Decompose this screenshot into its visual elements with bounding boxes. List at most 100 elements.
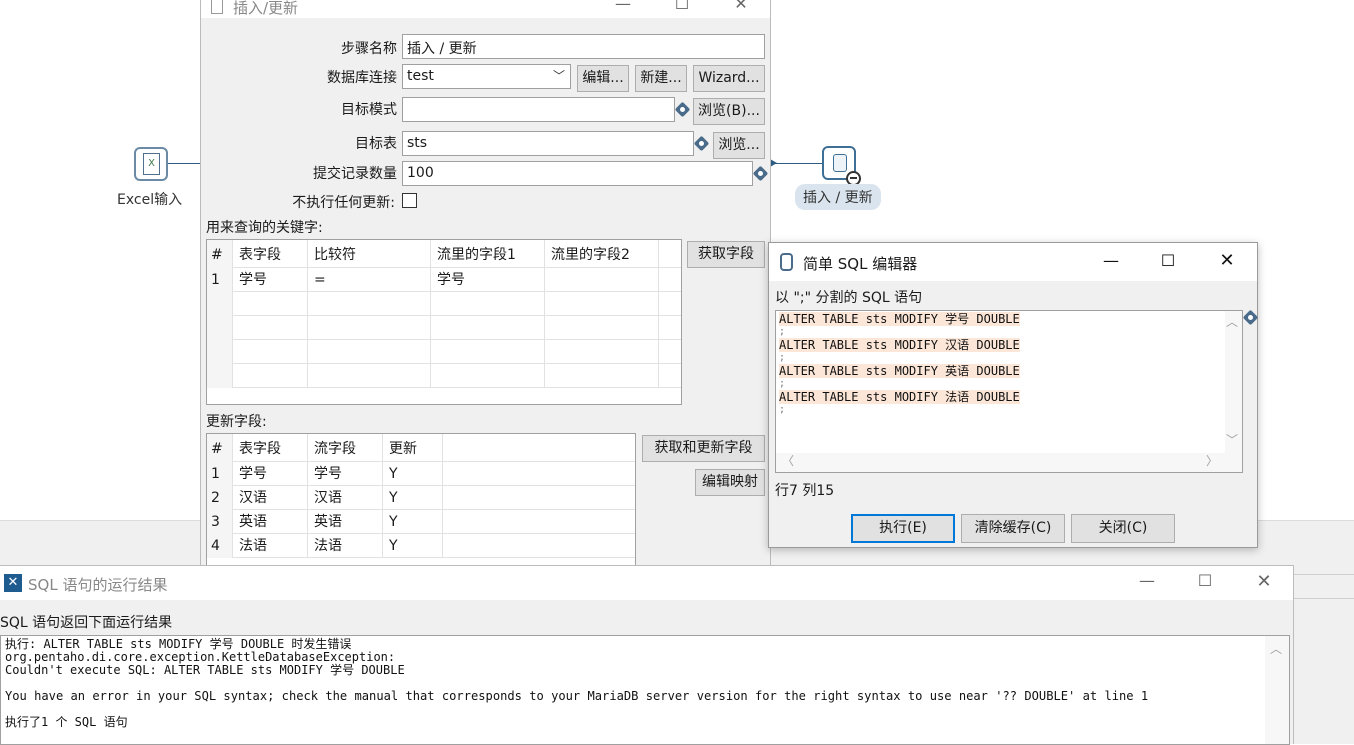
execute-button[interactable]: 执行(E) — [851, 514, 955, 543]
empty-cell[interactable] — [545, 340, 659, 364]
empty-cell[interactable] — [308, 340, 431, 364]
step-name-input[interactable]: 插入 / 更新 — [402, 34, 765, 59]
table-field-cell[interactable]: 学号 — [233, 462, 308, 486]
empty-cell[interactable] — [545, 292, 659, 316]
empty-cell[interactable] — [431, 340, 545, 364]
column-header[interactable]: 流字段 — [308, 434, 383, 462]
minimize-icon[interactable]: — — [611, 0, 635, 13]
close-icon[interactable]: ✕ — [1252, 571, 1276, 592]
sql-editor-textarea[interactable]: ALTER TABLE sts MODIFY 学号 DOUBLE ; ALTER… — [775, 310, 1243, 473]
empty-cell[interactable] — [431, 292, 545, 316]
maximize-icon[interactable]: ☐ — [1156, 251, 1180, 270]
column-header[interactable]: 表字段 — [233, 240, 308, 268]
update-flag-cell[interactable]: Y — [383, 462, 443, 486]
table-row[interactable] — [207, 292, 681, 316]
table-field-cell[interactable]: 学号 — [233, 268, 308, 292]
horizontal-scrollbar[interactable] — [776, 453, 1242, 472]
update-fields-table[interactable]: # 表字段 流字段 更新 1 学号 学号 Y 2 汉语 汉语 Y 3 英语 英语… — [206, 433, 636, 565]
table-row[interactable]: 2 汉语 汉语 Y — [207, 486, 635, 510]
browse-schema-button[interactable]: 浏览(B)... — [693, 98, 765, 125]
empty-cell[interactable] — [545, 364, 659, 388]
column-header[interactable]: # — [207, 434, 233, 462]
table-row[interactable] — [207, 340, 681, 364]
close-icon[interactable]: ✕ — [1215, 250, 1239, 271]
minimize-icon[interactable]: — — [1135, 571, 1159, 590]
empty-cell[interactable] — [431, 364, 545, 388]
stream-field-cell[interactable]: 法语 — [308, 534, 383, 558]
scroll-up-icon[interactable]: ︿ — [1270, 640, 1282, 657]
table-row[interactable]: 4 法语 法语 Y — [207, 534, 635, 558]
stream-field1-cell[interactable]: 学号 — [431, 268, 545, 292]
clear-cache-button[interactable]: 清除缓存(C) — [961, 514, 1065, 543]
hop-line-left[interactable] — [166, 163, 202, 164]
hop-line-right[interactable] — [770, 163, 822, 164]
empty-cell[interactable] — [233, 316, 308, 340]
stream-field2-cell[interactable] — [545, 268, 659, 292]
update-flag-cell[interactable]: Y — [383, 486, 443, 510]
excel-input-icon[interactable]: X — [134, 147, 168, 181]
sql-semicolon: ; — [779, 404, 786, 415]
get-fields-button[interactable]: 获取字段 — [687, 241, 765, 268]
column-header[interactable]: # — [207, 240, 233, 268]
column-header[interactable]: 表字段 — [233, 434, 308, 462]
new-connection-button[interactable]: 新建... — [635, 65, 687, 92]
row-number — [207, 364, 233, 388]
edit-connection-button[interactable]: 编辑... — [577, 65, 629, 92]
table-row[interactable] — [207, 316, 681, 340]
row-number: 1 — [207, 462, 233, 486]
empty-cell[interactable] — [233, 364, 308, 388]
empty-cell[interactable] — [431, 316, 545, 340]
scroll-right-icon[interactable]: 〉 — [1206, 452, 1218, 469]
maximize-icon[interactable]: ☐ — [1193, 571, 1217, 590]
target-schema-input[interactable] — [402, 97, 675, 122]
dialog-title: SQL 语句的运行结果 — [28, 576, 168, 594]
empty-cell[interactable] — [545, 316, 659, 340]
step-label-excel-input[interactable]: Excel输入 — [117, 189, 182, 209]
minimize-icon[interactable]: — — [1099, 251, 1123, 270]
empty-cell[interactable] — [308, 292, 431, 316]
target-table-input[interactable]: sts — [402, 131, 694, 156]
stream-field-cell[interactable]: 汉语 — [308, 486, 383, 510]
column-header[interactable]: 比较符 — [308, 240, 431, 268]
edit-mapping-button[interactable]: 编辑映射 — [695, 469, 765, 496]
stream-field-cell[interactable]: 英语 — [308, 510, 383, 534]
column-header[interactable]: 流里的字段1 — [431, 240, 545, 268]
scroll-left-icon[interactable]: 〈 — [782, 452, 794, 469]
results-textarea[interactable]: 执行: ALTER TABLE sts MODIFY 学号 DOUBLE 时发生… — [0, 635, 1290, 745]
commit-size-input[interactable]: 100 — [402, 161, 753, 186]
column-header[interactable]: 更新 — [383, 434, 443, 462]
comparator-cell[interactable]: = — [308, 268, 431, 292]
close-button[interactable]: 关闭(C) — [1071, 514, 1175, 543]
update-flag-cell[interactable]: Y — [383, 534, 443, 558]
table-row[interactable]: 3 英语 英语 Y — [207, 510, 635, 534]
table-field-cell[interactable]: 英语 — [233, 510, 308, 534]
stream-field-cell[interactable]: 学号 — [308, 462, 383, 486]
step-label-insert-update[interactable]: 插入 / 更新 — [795, 184, 881, 210]
update-flag-cell[interactable]: Y — [383, 510, 443, 534]
variable-icon — [752, 165, 769, 182]
table-field-cell[interactable]: 法语 — [233, 534, 308, 558]
scroll-up-icon[interactable]: ︿ — [1226, 313, 1238, 330]
table-row[interactable]: 1 学号 = 学号 — [207, 268, 681, 292]
sql-statement: ALTER TABLE sts MODIFY 学号 DOUBLE — [779, 312, 1020, 326]
maximize-icon[interactable]: ☐ — [670, 0, 694, 13]
close-icon[interactable]: ✕ — [729, 0, 753, 13]
no-update-checkbox[interactable] — [402, 193, 417, 208]
table-field-cell[interactable]: 汉语 — [233, 486, 308, 510]
column-header[interactable]: 流里的字段2 — [545, 240, 659, 268]
lookup-keys-table[interactable]: # 表字段 比较符 流里的字段1 流里的字段2 1 学号 = 学号 — [206, 239, 682, 405]
db-connection-select[interactable]: test ﹀ — [402, 64, 571, 89]
table-row[interactable] — [207, 364, 681, 388]
empty-cell[interactable] — [308, 364, 431, 388]
scroll-down-icon[interactable]: ﹀ — [1226, 431, 1238, 448]
empty-cell[interactable] — [308, 316, 431, 340]
dialog-titlebar[interactable] — [0, 566, 1293, 600]
table-row[interactable]: 1 学号 学号 Y — [207, 462, 635, 486]
row-number: 1 — [207, 268, 233, 292]
get-update-fields-button[interactable]: 获取和更新字段 — [642, 435, 765, 462]
empty-cell[interactable] — [233, 340, 308, 364]
wizard-button[interactable]: Wizard... — [693, 65, 765, 92]
browse-table-button[interactable]: 浏览... — [713, 132, 765, 159]
empty-cell[interactable] — [233, 292, 308, 316]
sql-editor-dialog: 简单 SQL 编辑器 — ☐ ✕ 以 ";" 分割的 SQL 语句 ALTER … — [768, 242, 1259, 548]
